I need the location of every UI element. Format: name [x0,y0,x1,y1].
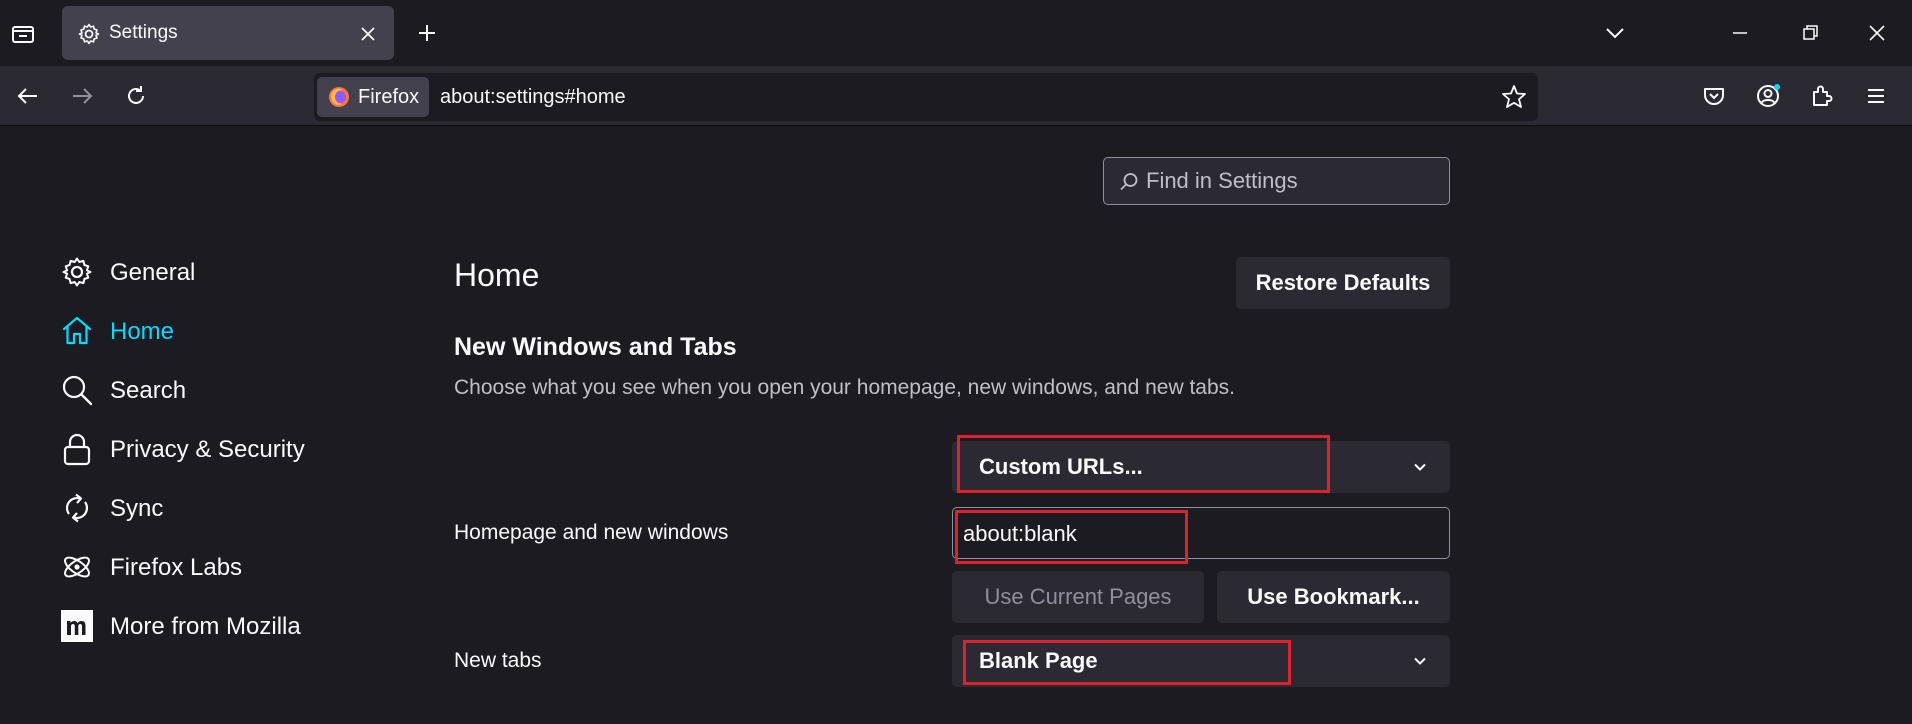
list-all-tabs-button[interactable] [1600,18,1630,48]
new-tabs-label: New tabs [454,649,542,672]
url-bar[interactable]: Firefox about:settings#home [314,73,1538,121]
mozilla-m-icon [60,609,94,643]
tab-settings[interactable]: Settings [62,6,394,60]
homepage-mode-value: Custom URLs... [979,454,1143,479]
hamburger-menu-icon [1868,89,1884,103]
section-description: Choose what you see when you open your h… [454,376,1235,399]
sidebar-item-label: Sync [110,495,164,522]
gear-icon [60,255,94,289]
close-tab-button[interactable] [356,22,380,46]
restore-window-icon [1803,25,1818,40]
reload-button[interactable] [121,81,151,111]
account-button[interactable] [1753,81,1783,111]
restore-defaults-button[interactable]: Restore Defaults [1236,257,1450,309]
back-button[interactable] [13,81,43,111]
firefox-view-button[interactable] [8,19,38,49]
identity-box[interactable]: Firefox [317,77,429,117]
sidebar-item-privacy-security[interactable]: Privacy & Security [58,424,378,474]
sidebar-item-sync[interactable]: Sync [58,483,378,533]
search-icon [1118,171,1140,193]
firefox-view-icon [12,26,34,43]
gear-icon [77,22,101,46]
sidebar-item-label: More from Mozilla [110,613,301,640]
section-title: New Windows and Tabs [454,333,737,361]
tab-title: Settings [109,22,178,43]
plus-icon [419,25,435,41]
page-title: Home [454,257,540,293]
arrow-left-icon [17,88,37,104]
home-icon [60,314,94,348]
minimize-button[interactable] [1725,18,1755,48]
chevron-down-icon [1606,28,1624,39]
use-bookmark-button[interactable]: Use Bookmark... [1217,571,1450,623]
chevron-down-icon [1410,457,1430,477]
firefox-logo-icon [327,85,351,109]
extensions-button[interactable] [1807,81,1837,111]
sidebar-item-label: Privacy & Security [110,436,305,463]
use-current-pages-button[interactable]: Use Current Pages [952,571,1204,623]
find-in-settings-box[interactable] [1103,157,1450,205]
reload-icon [128,86,144,104]
new-tab-button[interactable] [412,18,442,48]
sidebar-item-firefox-labs[interactable]: Firefox Labs [58,542,378,592]
menu-button[interactable] [1861,81,1891,111]
close-icon [1869,25,1885,41]
search-input[interactable] [1146,164,1436,198]
pocket-button[interactable] [1699,81,1729,111]
star-icon [1502,85,1526,108]
sync-icon [60,491,94,525]
restore-window-button[interactable] [1795,18,1825,48]
sidebar-item-label: General [110,259,196,286]
homepage-url-value: about:blank [963,521,1077,546]
atom-icon [60,550,94,584]
search-icon [60,373,94,407]
minimize-icon [1733,32,1747,34]
settings-page: General Home Search [0,127,1912,724]
new-tabs-value: Blank Page [979,648,1098,673]
lock-icon [60,432,94,466]
homepage-url-field[interactable]: about:blank [952,507,1450,559]
sidebar-item-more-from-mozilla[interactable]: More from Mozilla [58,601,378,651]
homepage-label: Homepage and new windows [454,521,729,544]
bookmark-star-button[interactable] [1500,83,1528,111]
sidebar-item-general[interactable]: General [58,247,378,297]
url-text[interactable]: about:settings#home [440,85,626,109]
navigation-toolbar: Firefox about:settings#home [0,66,1912,126]
homepage-mode-select[interactable]: Custom URLs... [952,441,1450,493]
close-window-button[interactable] [1862,18,1892,48]
close-icon [361,27,375,41]
sidebar-item-home[interactable]: Home [58,306,378,356]
sidebar-item-label: Search [110,377,187,404]
chevron-down-icon [1410,651,1430,671]
forward-button[interactable] [67,81,97,111]
puzzle-icon [1813,85,1833,106]
sidebar-item-label: Firefox Labs [110,554,243,581]
tab-strip: Settings [0,0,1912,66]
pocket-icon [1704,88,1724,105]
account-icon [1757,84,1780,107]
new-tabs-select[interactable]: Blank Page [952,635,1450,687]
arrow-right-icon [73,88,93,104]
sidebar-item-search[interactable]: Search [58,365,378,415]
sidebar-item-label: Home [110,318,175,345]
identity-label: Firefox [358,86,420,108]
